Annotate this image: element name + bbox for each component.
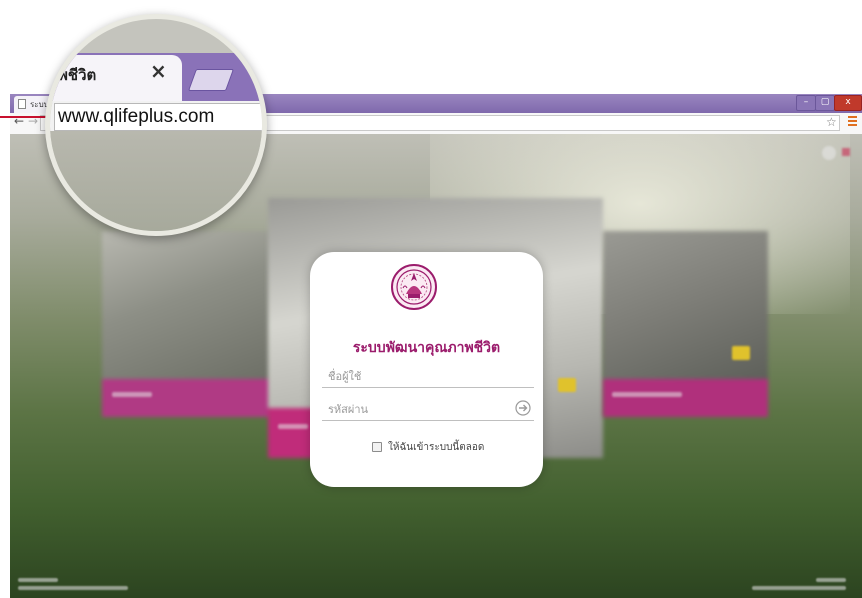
star-icon[interactable]: ☆ (826, 115, 837, 129)
settings-icon[interactable] (822, 146, 836, 160)
new-tab-icon (187, 69, 235, 91)
arrow-right-circle-icon[interactable] (515, 400, 531, 416)
callout-pointer (0, 116, 50, 118)
remember-checkbox[interactable] (372, 442, 382, 452)
page-icon (18, 99, 26, 109)
maximize-button[interactable]: ▢ (815, 95, 835, 111)
lock-icon (732, 346, 750, 360)
flag-icon[interactable] (842, 148, 850, 156)
minimize-button[interactable]: – (796, 95, 816, 111)
username-input[interactable] (322, 366, 534, 388)
menu-icon[interactable] (848, 116, 857, 126)
magnifier-lens: พชีวิต × www.qlifeplus.com (45, 14, 267, 236)
magnified-tab-label: พชีวิต (58, 66, 97, 84)
government-seal-icon (391, 264, 437, 310)
close-window-button[interactable]: x (834, 95, 862, 111)
login-title: ระบบพัฒนาคุณภาพชีวิต (352, 340, 501, 356)
magnified-url: www.qlifeplus.com (58, 106, 215, 127)
close-icon: × (150, 59, 167, 83)
lock-icon (558, 378, 576, 392)
remember-label: ให้ฉันเข้าระบบนี้ตลอด (388, 442, 485, 453)
password-input[interactable] (322, 399, 534, 421)
